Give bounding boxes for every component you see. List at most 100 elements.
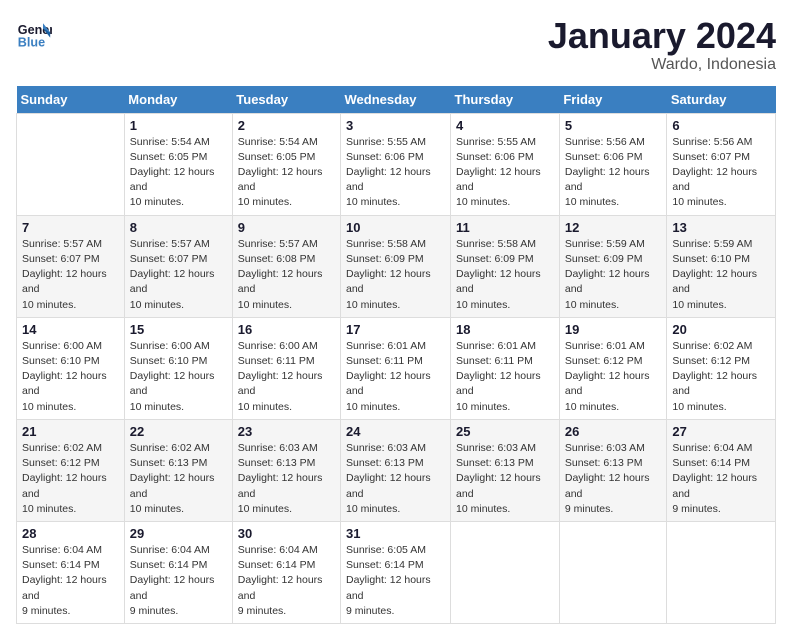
day-info: Sunrise: 6:04 AMSunset: 6:14 PMDaylight:… bbox=[22, 543, 119, 619]
day-cell: 14 Sunrise: 6:00 AMSunset: 6:10 PMDayligh… bbox=[17, 317, 125, 419]
day-number: 13 bbox=[672, 220, 770, 235]
day-cell bbox=[451, 521, 560, 623]
day-cell: 2 Sunrise: 5:54 AMSunset: 6:05 PMDaylight… bbox=[232, 113, 340, 215]
day-cell bbox=[667, 521, 776, 623]
week-row-5: 28 Sunrise: 6:04 AMSunset: 6:14 PMDayligh… bbox=[17, 521, 776, 623]
weekday-header-wednesday: Wednesday bbox=[341, 86, 451, 114]
day-cell: 7 Sunrise: 5:57 AMSunset: 6:07 PMDaylight… bbox=[17, 215, 125, 317]
day-cell: 25 Sunrise: 6:03 AMSunset: 6:13 PMDayligh… bbox=[451, 419, 560, 521]
logo: General Blue bbox=[16, 16, 52, 52]
day-cell: 26Sunrise: 6:03 AMSunset: 6:13 PMDayligh… bbox=[559, 419, 667, 521]
day-info: Sunrise: 5:59 AMSunset: 6:09 PMDaylight:… bbox=[565, 237, 662, 313]
day-number: 21 bbox=[22, 424, 119, 439]
day-info: Sunrise: 5:58 AMSunset: 6:09 PMDaylight:… bbox=[456, 237, 554, 313]
day-cell bbox=[17, 113, 125, 215]
day-info: Sunrise: 6:01 AMSunset: 6:11 PMDaylight:… bbox=[346, 339, 445, 415]
day-number: 11 bbox=[456, 220, 554, 235]
day-cell: 10 Sunrise: 5:58 AMSunset: 6:09 PMDayligh… bbox=[341, 215, 451, 317]
week-row-1: 1 Sunrise: 5:54 AMSunset: 6:05 PMDaylight… bbox=[17, 113, 776, 215]
day-number: 20 bbox=[672, 322, 770, 337]
month-title: January 2024 bbox=[548, 16, 776, 56]
day-number: 24 bbox=[346, 424, 445, 439]
day-number: 9 bbox=[238, 220, 335, 235]
location: Wardo, Indonesia bbox=[548, 56, 776, 74]
day-info: Sunrise: 5:55 AMSunset: 6:06 PMDaylight:… bbox=[456, 135, 554, 211]
day-cell: 13 Sunrise: 5:59 AMSunset: 6:10 PMDayligh… bbox=[667, 215, 776, 317]
day-cell: 22Sunrise: 6:02 AMSunset: 6:13 PMDayligh… bbox=[124, 419, 232, 521]
day-cell: 19Sunrise: 6:01 AMSunset: 6:12 PMDayligh… bbox=[559, 317, 667, 419]
day-info: Sunrise: 5:54 AMSunset: 6:05 PMDaylight:… bbox=[130, 135, 227, 211]
day-number: 5 bbox=[565, 118, 662, 133]
day-info: Sunrise: 6:05 AMSunset: 6:14 PMDaylight:… bbox=[346, 543, 445, 619]
svg-text:Blue: Blue bbox=[18, 36, 45, 50]
page-header: General Blue January 2024 Wardo, Indones… bbox=[16, 16, 776, 74]
day-info: Sunrise: 5:57 AMSunset: 6:08 PMDaylight:… bbox=[238, 237, 335, 313]
day-cell: 1 Sunrise: 5:54 AMSunset: 6:05 PMDaylight… bbox=[124, 113, 232, 215]
logo-icon: General Blue bbox=[16, 16, 52, 52]
weekday-header-monday: Monday bbox=[124, 86, 232, 114]
weekday-row: SundayMondayTuesdayWednesdayThursdayFrid… bbox=[17, 86, 776, 114]
day-info: Sunrise: 6:02 AMSunset: 6:13 PMDaylight:… bbox=[130, 441, 227, 517]
day-info: Sunrise: 6:00 AMSunset: 6:10 PMDaylight:… bbox=[130, 339, 227, 415]
day-info: Sunrise: 6:04 AMSunset: 6:14 PMDaylight:… bbox=[672, 441, 770, 517]
day-info: Sunrise: 6:01 AMSunset: 6:11 PMDaylight:… bbox=[456, 339, 554, 415]
day-number: 25 bbox=[456, 424, 554, 439]
calendar-table: SundayMondayTuesdayWednesdayThursdayFrid… bbox=[16, 86, 776, 624]
day-number: 7 bbox=[22, 220, 119, 235]
day-info: Sunrise: 5:59 AMSunset: 6:10 PMDaylight:… bbox=[672, 237, 770, 313]
day-number: 31 bbox=[346, 526, 445, 541]
day-info: Sunrise: 5:54 AMSunset: 6:05 PMDaylight:… bbox=[238, 135, 335, 211]
day-cell: 4 Sunrise: 5:55 AMSunset: 6:06 PMDaylight… bbox=[451, 113, 560, 215]
day-info: Sunrise: 6:03 AMSunset: 6:13 PMDaylight:… bbox=[238, 441, 335, 517]
day-number: 8 bbox=[130, 220, 227, 235]
day-info: Sunrise: 6:03 AMSunset: 6:13 PMDaylight:… bbox=[565, 441, 662, 517]
day-cell: 18Sunrise: 6:01 AMSunset: 6:11 PMDayligh… bbox=[451, 317, 560, 419]
day-info: Sunrise: 6:02 AMSunset: 6:12 PMDaylight:… bbox=[22, 441, 119, 517]
day-number: 14 bbox=[22, 322, 119, 337]
day-info: Sunrise: 5:58 AMSunset: 6:09 PMDaylight:… bbox=[346, 237, 445, 313]
day-info: Sunrise: 6:03 AMSunset: 6:13 PMDaylight:… bbox=[346, 441, 445, 517]
weekday-header-friday: Friday bbox=[559, 86, 667, 114]
day-number: 28 bbox=[22, 526, 119, 541]
day-number: 30 bbox=[238, 526, 335, 541]
day-info: Sunrise: 5:55 AMSunset: 6:06 PMDaylight:… bbox=[346, 135, 445, 211]
day-cell: 30 Sunrise: 6:04 AMSunset: 6:14 PMDayligh… bbox=[232, 521, 340, 623]
day-cell: 21 Sunrise: 6:02 AMSunset: 6:12 PMDayligh… bbox=[17, 419, 125, 521]
day-cell: 20Sunrise: 6:02 AMSunset: 6:12 PMDayligh… bbox=[667, 317, 776, 419]
day-number: 4 bbox=[456, 118, 554, 133]
day-number: 23 bbox=[238, 424, 335, 439]
week-row-4: 21 Sunrise: 6:02 AMSunset: 6:12 PMDayligh… bbox=[17, 419, 776, 521]
day-info: Sunrise: 6:00 AMSunset: 6:10 PMDaylight:… bbox=[22, 339, 119, 415]
day-cell: 12Sunrise: 5:59 AMSunset: 6:09 PMDayligh… bbox=[559, 215, 667, 317]
day-info: Sunrise: 5:57 AMSunset: 6:07 PMDaylight:… bbox=[130, 237, 227, 313]
day-number: 17 bbox=[346, 322, 445, 337]
day-number: 19 bbox=[565, 322, 662, 337]
day-number: 2 bbox=[238, 118, 335, 133]
day-info: Sunrise: 6:04 AMSunset: 6:14 PMDaylight:… bbox=[238, 543, 335, 619]
day-number: 10 bbox=[346, 220, 445, 235]
day-info: Sunrise: 6:00 AMSunset: 6:11 PMDaylight:… bbox=[238, 339, 335, 415]
day-cell: 23 Sunrise: 6:03 AMSunset: 6:13 PMDayligh… bbox=[232, 419, 340, 521]
week-row-3: 14 Sunrise: 6:00 AMSunset: 6:10 PMDayligh… bbox=[17, 317, 776, 419]
day-cell: 3 Sunrise: 5:55 AMSunset: 6:06 PMDaylight… bbox=[341, 113, 451, 215]
day-info: Sunrise: 5:56 AMSunset: 6:06 PMDaylight:… bbox=[565, 135, 662, 211]
day-number: 3 bbox=[346, 118, 445, 133]
day-number: 1 bbox=[130, 118, 227, 133]
weekday-header-tuesday: Tuesday bbox=[232, 86, 340, 114]
title-block: January 2024 Wardo, Indonesia bbox=[548, 16, 776, 74]
weekday-header-thursday: Thursday bbox=[451, 86, 560, 114]
day-cell: 31 Sunrise: 6:05 AMSunset: 6:14 PMDayligh… bbox=[341, 521, 451, 623]
day-cell: 17 Sunrise: 6:01 AMSunset: 6:11 PMDayligh… bbox=[341, 317, 451, 419]
calendar-header: SundayMondayTuesdayWednesdayThursdayFrid… bbox=[17, 86, 776, 114]
day-cell bbox=[559, 521, 667, 623]
day-number: 27 bbox=[672, 424, 770, 439]
day-number: 16 bbox=[238, 322, 335, 337]
day-number: 6 bbox=[672, 118, 770, 133]
weekday-header-sunday: Sunday bbox=[17, 86, 125, 114]
day-info: Sunrise: 6:03 AMSunset: 6:13 PMDaylight:… bbox=[456, 441, 554, 517]
day-cell: 11 Sunrise: 5:58 AMSunset: 6:09 PMDayligh… bbox=[451, 215, 560, 317]
day-info: Sunrise: 5:56 AMSunset: 6:07 PMDaylight:… bbox=[672, 135, 770, 211]
day-info: Sunrise: 5:57 AMSunset: 6:07 PMDaylight:… bbox=[22, 237, 119, 313]
day-cell: 24 Sunrise: 6:03 AMSunset: 6:13 PMDayligh… bbox=[341, 419, 451, 521]
week-row-2: 7 Sunrise: 5:57 AMSunset: 6:07 PMDaylight… bbox=[17, 215, 776, 317]
